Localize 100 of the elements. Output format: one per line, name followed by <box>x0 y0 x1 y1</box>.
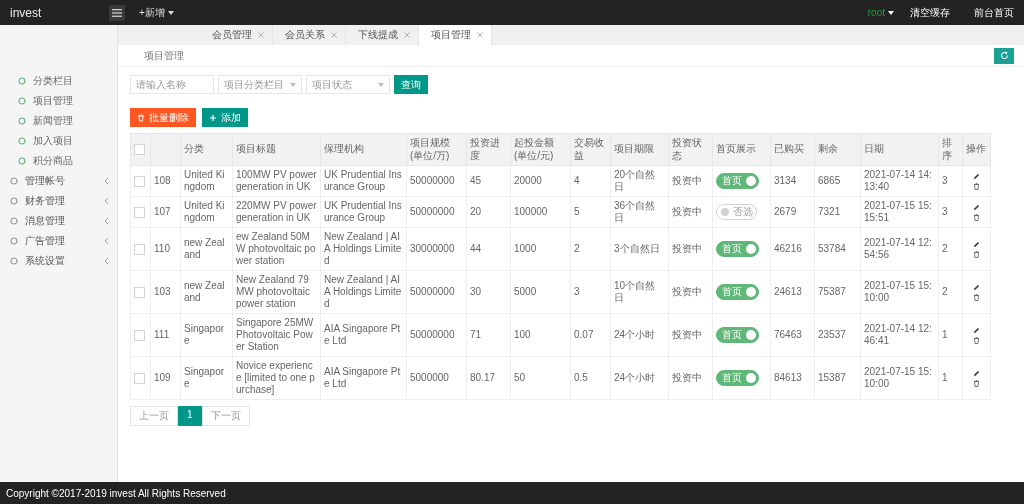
pencil-icon[interactable] <box>973 172 980 180</box>
table-cell: 3 <box>938 196 963 228</box>
table-cell: UK Prudential Insurance Group <box>320 196 407 228</box>
sidebar-item[interactable]: 消息管理 <box>0 211 117 231</box>
table-cell: Singapore <box>180 356 233 400</box>
new-menu[interactable]: +新增 <box>137 5 176 20</box>
pencil-icon[interactable] <box>973 240 980 248</box>
checkbox[interactable] <box>134 372 145 384</box>
table-cell: 75387 <box>814 270 861 314</box>
circle-icon <box>10 237 18 245</box>
table-cell: 220MW PV power generation in UK <box>232 196 321 228</box>
column-header: 投资进度 <box>466 133 511 166</box>
table-cell: 50000000 <box>406 313 467 357</box>
table-cell: 45 <box>466 165 511 197</box>
table-cell: 100000 <box>510 196 571 228</box>
table-cell: 2021-07-14 14:13:40 <box>860 165 939 197</box>
plus-icon <box>209 113 217 122</box>
table-cell: 3个自然日 <box>610 227 669 271</box>
pencil-icon[interactable] <box>973 283 980 291</box>
sidebar-item[interactable]: 管理帐号 <box>0 171 117 191</box>
table-cell: 2021-07-15 15:10:00 <box>860 356 939 400</box>
search-button[interactable]: 查询 <box>394 75 428 94</box>
trash-icon[interactable] <box>973 293 980 301</box>
tab[interactable]: 会员关系 <box>273 25 346 45</box>
table-cell: 投资中 <box>668 227 713 271</box>
circle-icon <box>18 157 26 165</box>
table-cell: 2 <box>938 270 963 314</box>
close-icon <box>331 32 337 38</box>
table-cell: United Kingdom <box>180 165 233 197</box>
trash-icon[interactable] <box>973 213 980 221</box>
menu-button[interactable] <box>109 4 125 21</box>
sidebar-item[interactable]: 新闻管理 <box>0 111 117 131</box>
sidebar-item[interactable]: 积分商品 <box>0 151 117 171</box>
sidebar-item[interactable]: 广告管理 <box>0 231 117 251</box>
breadcrumb[interactable]: 项目管理 <box>144 48 184 63</box>
table-cell: 投资中 <box>668 196 713 228</box>
table-cell: 100 <box>510 313 571 357</box>
checkbox[interactable] <box>134 206 145 218</box>
table-cell: 3 <box>938 165 963 197</box>
refresh-button[interactable] <box>994 47 1014 64</box>
tab[interactable]: 项目管理 <box>419 25 492 45</box>
caret-icon <box>290 82 296 87</box>
table-cell: 5000 <box>510 270 571 314</box>
checkbox[interactable] <box>134 286 145 298</box>
table-cell: 36个自然日 <box>610 196 669 228</box>
name-input[interactable]: 请输入名称 <box>130 75 214 94</box>
sidebar-item[interactable]: 系统设置 <box>0 251 117 271</box>
sidebar-item[interactable]: 加入项目 <box>0 131 117 151</box>
tab[interactable]: 会员管理 <box>200 25 273 45</box>
sidebar-item[interactable]: 分类栏目 <box>0 71 117 91</box>
column-header: 保理机构 <box>320 133 407 166</box>
trash-icon[interactable] <box>973 379 980 387</box>
table-cell: 24个小时 <box>610 313 669 357</box>
table-cell: 2 <box>570 227 611 271</box>
table-cell: 24个小时 <box>610 356 669 400</box>
table-cell: 50000000 <box>406 270 467 314</box>
table-cell: 111 <box>150 313 181 357</box>
checkbox[interactable] <box>134 329 145 341</box>
table-cell: 10个自然日 <box>610 270 669 314</box>
user-menu[interactable]: root <box>865 7 896 18</box>
delete-button[interactable]: 批量删除 <box>130 108 196 127</box>
table-cell: 30 <box>466 270 511 314</box>
trash-icon[interactable] <box>973 250 980 258</box>
table-cell: 20000 <box>510 165 571 197</box>
trash-icon[interactable] <box>973 182 980 190</box>
trash-icon[interactable] <box>973 336 980 344</box>
table-cell: 103 <box>150 270 181 314</box>
pencil-icon[interactable] <box>973 326 980 334</box>
chevron-icon <box>104 237 109 245</box>
sidebar-item[interactable]: 项目管理 <box>0 91 117 111</box>
table-cell: UK Prudential Insurance Group <box>320 165 407 197</box>
pencil-icon[interactable] <box>973 203 980 211</box>
top-link[interactable]: 前台首页 <box>974 5 1014 20</box>
table-cell: United Kingdom <box>180 196 233 228</box>
select-field[interactable]: 项目分类栏目 <box>218 75 302 94</box>
close-icon <box>477 32 483 38</box>
trash-icon <box>137 113 145 122</box>
page-link[interactable]: 1 <box>178 406 202 426</box>
table-cell: Singapore <box>180 313 233 357</box>
checkbox[interactable] <box>134 243 145 255</box>
select-field[interactable]: 项目状态 <box>306 75 390 94</box>
table-cell: 30000000 <box>406 227 467 271</box>
top-link[interactable]: 清空缓存 <box>910 5 950 20</box>
chevron-icon <box>104 197 109 205</box>
column-header: 分类 <box>180 133 233 166</box>
table-cell: 1 <box>938 313 963 357</box>
table-cell: 71 <box>466 313 511 357</box>
table-cell: 15387 <box>814 356 861 400</box>
add-button[interactable]: 添加 <box>202 108 248 127</box>
table-cell: 76463 <box>770 313 815 357</box>
column-header: 排序 <box>938 133 963 166</box>
table-cell: 4 <box>570 165 611 197</box>
checkbox[interactable] <box>134 175 145 187</box>
chevron-icon <box>104 177 109 185</box>
checkbox[interactable] <box>134 144 145 155</box>
table-cell: 2021-07-15 15:15:51 <box>860 196 939 228</box>
pencil-icon[interactable] <box>973 369 980 377</box>
sidebar-item[interactable]: 财务管理 <box>0 191 117 211</box>
toggle-switch[interactable]: 否选 <box>716 204 757 220</box>
column-header: 起投金额(单位/元) <box>510 133 571 166</box>
